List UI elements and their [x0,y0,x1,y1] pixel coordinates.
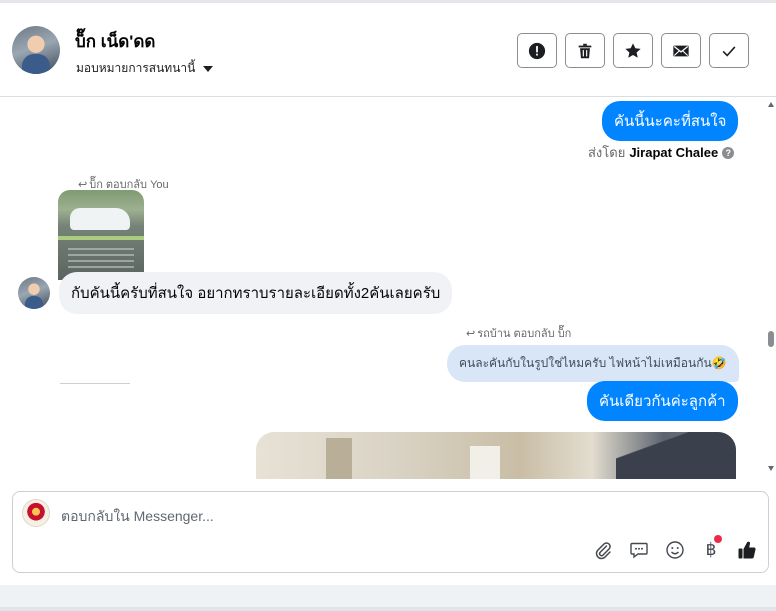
reply-arrow-icon: ↩ [78,178,88,191]
envelope-icon [673,45,689,56]
conversation-header: บ็๊ก เน็ด'ดด มอบหมายการสนทนานี้ [0,3,776,97]
payment-button[interactable]: ฿ [699,535,723,562]
checkmark-icon [722,45,736,57]
sender-name: Jirapat Chalee [629,145,719,160]
contact-avatar-small[interactable] [18,277,50,309]
reply-arrow-icon: ↩ [466,327,476,340]
attach-button[interactable] [591,538,615,562]
thread-scrollbar[interactable] [766,98,776,479]
like-button[interactable] [735,538,759,562]
scroll-down-arrow-icon[interactable] [768,466,774,471]
reply-input[interactable] [61,508,561,524]
image-band [58,236,144,240]
help-icon[interactable]: ? [722,146,735,159]
bottom-strip [0,585,776,611]
trash-icon [578,43,592,58]
car-image [70,208,130,230]
saved-replies-button[interactable] [627,538,651,562]
outgoing-message[interactable]: คันนี้นะคะที่สนใจ [602,101,739,141]
sent-photo[interactable] [256,432,736,479]
delete-button[interactable] [565,33,605,68]
thumbs-up-icon [738,541,756,559]
incoming-message[interactable]: กับคันนี้ครับที่สนใจ อยากทราบรายละเอียดท… [59,272,453,314]
star-button[interactable] [613,33,653,68]
speech-bubble-icon [630,542,648,559]
message-thread[interactable]: คันนี้นะคะที่สนใจ ส่งโดย Jirapat Chalee … [0,98,768,479]
photo-detail [326,438,352,479]
paperclip-icon [595,542,611,560]
alert-circle-icon [528,42,546,59]
mark-done-button[interactable] [709,33,749,68]
replied-image-thumbnail[interactable] [58,190,144,280]
scroll-thumb[interactable] [768,331,774,347]
outgoing-message[interactable]: คันเดียวกันค่ะลูกค้า [587,381,738,421]
reply-label-text: รถบ้าน ตอบกลับ บ็๊ก [477,328,572,340]
report-button[interactable] [517,33,557,68]
image-text-lines [68,248,134,272]
page-avatar [22,499,50,527]
sent-by-prefix: ส่งโดย [588,145,626,160]
reply-indicator: ↩ รถบ้าน ตอบกลับ บ็๊ก [466,324,571,342]
notification-dot [714,535,722,543]
caret-down-icon [203,65,214,72]
header-actions [517,33,749,68]
photo-detail [470,446,500,479]
reply-composer: ฿ [12,491,769,573]
assign-conversation-dropdown[interactable]: มอบหมายการสนทนานี้ [76,59,214,78]
baht-icon: ฿ [705,540,717,560]
composer-tools: ฿ [591,535,759,562]
mark-unread-button[interactable] [661,33,701,68]
contact-avatar[interactable] [12,26,60,74]
messenger-conversation-window: บ็๊ก เน็ด'ดด มอบหมายการสนทนานี้ คันนี้นะ… [0,0,776,611]
emoji-icon [666,541,684,559]
quoted-message[interactable]: คนละคันกับในรูปใช่ไหมครับ ไฟหน้าไม่เหมือ… [447,345,739,382]
scroll-up-arrow-icon[interactable] [768,102,774,107]
divider-line [60,383,130,384]
star-icon [625,42,641,58]
assign-label: มอบหมายการสนทนานี้ [76,61,196,75]
sent-by-info: ส่งโดย Jirapat Chalee ? [588,142,735,163]
contact-name[interactable]: บ็๊ก เน็ด'ดด [75,28,155,55]
photo-detail [616,432,736,479]
emoji-button[interactable] [663,538,687,562]
